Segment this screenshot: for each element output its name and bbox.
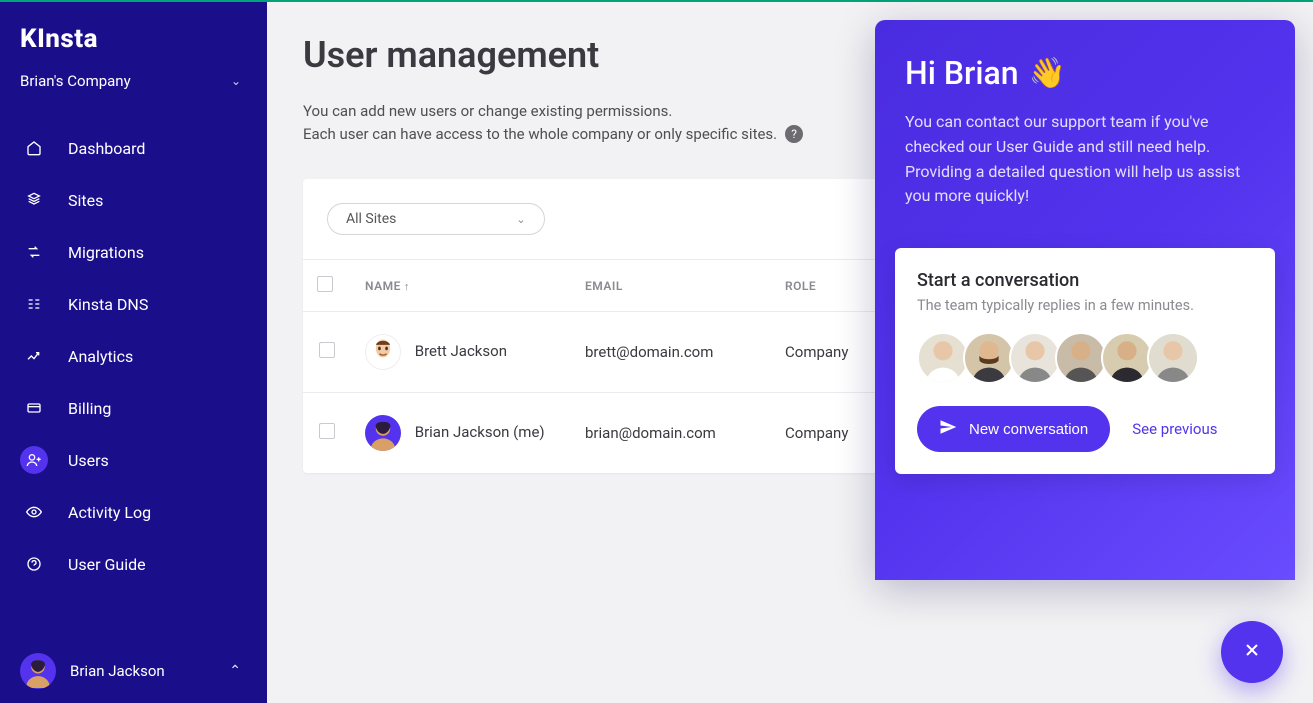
current-user-menu[interactable]: Brian Jackson ⌃ [0,639,267,703]
select-all-checkbox[interactable] [317,276,333,292]
chevron-up-icon: ⌃ [229,663,247,679]
chat-start-card: Start a conversation The team typically … [895,248,1275,474]
nav-item-dns[interactable]: Kinsta DNS [0,278,267,330]
agent-avatar [963,332,1015,384]
close-icon [1242,638,1262,666]
nav-label: Migrations [68,243,144,262]
chat-reply-time: The team typically replies in a few minu… [917,297,1253,314]
nav-item-sites[interactable]: Sites [0,174,267,226]
nav-label: Dashboard [68,139,145,158]
row-checkbox[interactable] [319,342,335,358]
desc-line-2: Each user can have access to the whole c… [303,123,777,146]
chat-widget: Hi Brian 👋 You can contact our support t… [875,20,1295,580]
agent-avatar [1055,332,1107,384]
agent-avatars [917,332,1253,384]
new-conversation-button[interactable]: New conversation [917,406,1110,452]
user-avatar [365,334,401,370]
user-name: Brian Jackson (me) [415,423,545,441]
agent-avatar [1009,332,1061,384]
nav-label: Activity Log [68,503,151,522]
agent-avatar [1147,332,1199,384]
nav-label: Analytics [68,347,133,366]
nav: Dashboard Sites Migrations Kinsta DNS [0,112,267,639]
nav-item-dashboard[interactable]: Dashboard [0,122,267,174]
col-email-header[interactable]: EMAIL [571,260,771,312]
home-icon [20,134,48,162]
sidebar: KInsta Brian's Company ⌄ Dashboard Sites [0,2,267,703]
user-name: Brett Jackson [415,342,507,360]
send-icon [939,418,957,440]
avatar [20,653,56,689]
user-avatar [365,415,401,451]
chat-hero-text: You can contact our support team if you'… [905,110,1265,209]
user-email: brian@domain.com [571,393,771,474]
migrations-icon [20,238,48,266]
site-filter-select[interactable]: All Sites ⌄ [327,203,545,235]
row-checkbox[interactable] [319,423,335,439]
chat-close-button[interactable] [1221,621,1283,683]
nav-item-user-guide[interactable]: User Guide [0,538,267,590]
company-name: Brian's Company [20,72,131,90]
nav-item-activity-log[interactable]: Activity Log [0,486,267,538]
col-name-header[interactable]: NAME↑ [351,260,571,312]
users-icon [20,446,48,474]
nav-item-users[interactable]: Users [0,434,267,486]
billing-icon [20,394,48,422]
dns-icon [20,290,48,318]
chevron-down-icon: ⌄ [516,213,525,226]
chat-start-title: Start a conversation [917,270,1253,291]
nav-item-migrations[interactable]: Migrations [0,226,267,278]
nav-item-billing[interactable]: Billing [0,382,267,434]
see-previous-link[interactable]: See previous [1132,420,1217,438]
sort-asc-icon: ↑ [404,280,410,293]
nav-label: User Guide [68,555,146,574]
nav-label: Billing [68,399,111,418]
wave-icon: 👋 [1029,56,1066,91]
agent-avatar [917,332,969,384]
sites-icon [20,186,48,214]
chat-greeting: Hi Brian 👋 [905,54,1265,92]
nav-item-analytics[interactable]: Analytics [0,330,267,382]
user-email: brett@domain.com [571,312,771,393]
filter-selected: All Sites [346,211,396,227]
agent-avatar [1101,332,1153,384]
chevron-down-icon: ⌄ [231,74,247,88]
analytics-icon [20,342,48,370]
nav-label: Kinsta DNS [68,295,148,314]
brand-logo: KInsta [0,2,267,62]
help-icon[interactable]: ? [785,125,803,143]
nav-label: Users [68,451,109,470]
current-user-name: Brian Jackson [70,662,215,680]
guide-icon [20,550,48,578]
activity-icon [20,498,48,526]
company-switcher[interactable]: Brian's Company ⌄ [0,62,267,112]
nav-label: Sites [68,191,103,210]
